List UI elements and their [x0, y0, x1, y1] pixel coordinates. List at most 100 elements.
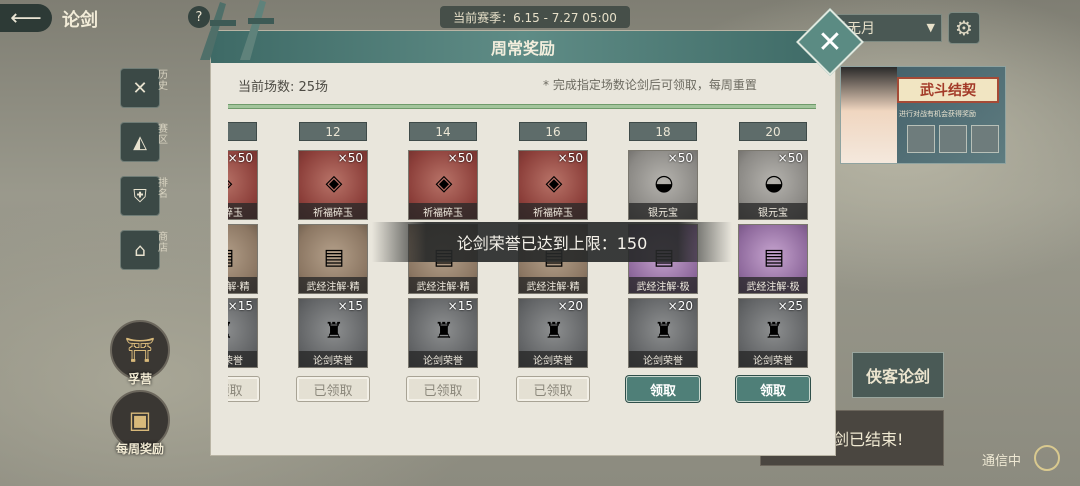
- banner-reward-icon: [971, 125, 999, 153]
- reward-name: 祈福碎玉: [409, 203, 477, 219]
- back-button[interactable]: ⟵: [0, 4, 52, 32]
- pagoda-icon: ⛩: [124, 336, 156, 364]
- reward-name: 祈福碎玉: [299, 203, 367, 219]
- shield-icon: ⛨: [133, 185, 147, 207]
- sidebar-rank-label: 排名: [158, 178, 168, 200]
- claimed-button[interactable]: 已领取: [296, 376, 370, 402]
- reward-quantity: ×15: [228, 299, 253, 313]
- sidebar-rank-button[interactable]: ⛨: [120, 176, 160, 216]
- reward-quantity: ×50: [447, 151, 473, 165]
- reward-name: 武经注解·精: [299, 277, 367, 293]
- reward-grid: ◆0◈×50祈福碎玉▤武经注解·精♜×15论剑荣誉已领取◆12◈×50祈福碎玉▤…: [228, 120, 816, 410]
- reward-item-card[interactable]: ♜ ×15 论剑荣誉: [228, 298, 258, 368]
- reward-item-card[interactable]: ♜ ×20 论剑荣誉: [628, 298, 698, 368]
- claim-button[interactable]: 领取: [626, 376, 700, 402]
- sidebar-history-label: 历史: [158, 70, 168, 92]
- character-portrait: [841, 67, 897, 163]
- reward-quantity: ×50: [777, 151, 803, 165]
- reward-quantity: ×20: [557, 299, 583, 313]
- reward-item-card[interactable]: ◈ ×50 祈福碎玉: [518, 150, 588, 220]
- reward-name: 论剑荣誉: [228, 351, 257, 367]
- jade-chest-icon: ◈: [325, 170, 343, 196]
- reward-name: 祈福碎玉: [519, 203, 587, 219]
- reward-item-card[interactable]: ♜ ×15 论剑荣誉: [298, 298, 368, 368]
- reward-name: 武经注解·精: [519, 277, 587, 293]
- silver-ingot-icon: ◒: [654, 170, 674, 196]
- event-banner[interactable]: 武斗结契 进行对战有机会获得奖励: [840, 66, 1006, 164]
- page-title: 论剑: [62, 10, 98, 31]
- reward-item-card[interactable]: ◒ ×50 银元宝: [628, 150, 698, 220]
- reward-quantity: ×15: [447, 299, 473, 313]
- reward-item-card[interactable]: ♜ ×15 论剑荣誉: [408, 298, 478, 368]
- reward-name: 论剑荣誉: [629, 351, 697, 367]
- season-label: 当前赛季：6.15 - 7.27 05:00: [440, 6, 630, 28]
- reward-name: 武经注解·极: [629, 277, 697, 293]
- xiake-lunjian-button[interactable]: 侠客论剑: [852, 352, 944, 398]
- chevron-down-icon: ▼: [926, 21, 935, 34]
- dialog-title: 周常奖励: [490, 39, 555, 58]
- jade-chest-icon: ◈: [545, 170, 563, 196]
- scroll-cards-icon: ▤: [763, 244, 785, 270]
- honor-cap-toast: 论剑荣誉已达到上限：150: [372, 222, 732, 262]
- reward-quantity: ×50: [557, 151, 583, 165]
- comm-indicator-icon[interactable]: [1034, 445, 1060, 471]
- reward-name: 武经注解·精: [409, 277, 477, 293]
- sidebar-shop-label: 商店: [158, 232, 168, 254]
- claimed-button[interactable]: 已领取: [516, 376, 590, 402]
- reward-item-card[interactable]: ◒ ×50 银元宝: [738, 150, 808, 220]
- reward-item-card[interactable]: ▤ 武经注解·精: [228, 224, 258, 294]
- treasure-chest-icon: ▣: [128, 406, 152, 434]
- milestone-label: 18: [629, 122, 697, 141]
- honor-token-icon: ♜: [228, 317, 239, 345]
- match-count: 当前场数: 25场: [238, 80, 329, 95]
- claimed-button[interactable]: 已领取: [406, 376, 480, 402]
- progress-track: [228, 104, 816, 109]
- reward-quantity: ×15: [337, 299, 363, 313]
- reward-quantity: ×25: [777, 299, 803, 313]
- scroll-cards-icon: ▤: [228, 243, 239, 271]
- reward-name: 论剑荣誉: [409, 351, 477, 367]
- reward-item-card[interactable]: ◈ ×50 祈福碎玉: [228, 150, 258, 220]
- reward-item-card[interactable]: ♜ ×25 论剑荣誉: [738, 298, 808, 368]
- reward-name: 武经注解·极: [739, 277, 807, 293]
- reward-item-card[interactable]: ▤ 武经注解·极: [738, 224, 808, 294]
- shop-icon: ⌂: [134, 239, 146, 261]
- milestone-label: 12: [299, 122, 367, 141]
- claim-button[interactable]: 领取: [736, 376, 810, 402]
- dialog-header: 周常奖励: [211, 31, 835, 63]
- camp-label: 孚营: [127, 372, 152, 386]
- silver-ingot-icon: ◒: [764, 170, 784, 196]
- honor-token-icon: ♜: [324, 318, 344, 344]
- honor-token-icon: ♜: [434, 318, 454, 344]
- banner-title: 武斗结契: [897, 77, 999, 103]
- milestone-label: 0: [228, 122, 257, 141]
- comm-status: 通信中: [982, 454, 1022, 469]
- reward-quantity: ×20: [667, 299, 693, 313]
- scroll-cards-icon: ▤: [323, 244, 345, 270]
- honor-token-icon: ♜: [654, 318, 674, 344]
- reward-item-card[interactable]: ◈ ×50 祈福碎玉: [298, 150, 368, 220]
- settings-button[interactable]: ⚙: [948, 12, 980, 44]
- banner-reward-icon: [907, 125, 935, 153]
- flag-icon: ◭: [133, 131, 147, 153]
- reward-quantity: ×50: [667, 151, 693, 165]
- reward-name: 论剑荣誉: [739, 351, 807, 367]
- milestone-label: 14: [409, 122, 477, 141]
- sidebar-zone-button[interactable]: ◭: [120, 122, 160, 162]
- banner-subtitle: 进行对战有机会获得奖励: [899, 110, 976, 118]
- sidebar-zone-label: 赛区: [158, 124, 168, 146]
- reward-note: * 完成指定场数论剑后可领取，每周重置: [543, 78, 757, 92]
- reward-item-card[interactable]: ▤ 武经注解·精: [298, 224, 368, 294]
- reward-quantity: ×50: [228, 151, 253, 165]
- reward-item-card[interactable]: ♜ ×20 论剑荣誉: [518, 298, 588, 368]
- banner-reward-icon: [939, 125, 967, 153]
- claimed-button[interactable]: 已领取: [228, 376, 260, 402]
- gear-icon: ⚙: [955, 16, 973, 40]
- sidebar-history-button[interactable]: ✕: [120, 68, 160, 108]
- close-icon[interactable]: ✕: [806, 18, 854, 66]
- jade-chest-icon: ◈: [228, 169, 239, 197]
- sidebar-shop-button[interactable]: ⌂: [120, 230, 160, 270]
- weekly-reward-label: 每周奖励: [115, 442, 164, 456]
- milestone-label: 20: [739, 122, 807, 141]
- reward-item-card[interactable]: ◈ ×50 祈福碎玉: [408, 150, 478, 220]
